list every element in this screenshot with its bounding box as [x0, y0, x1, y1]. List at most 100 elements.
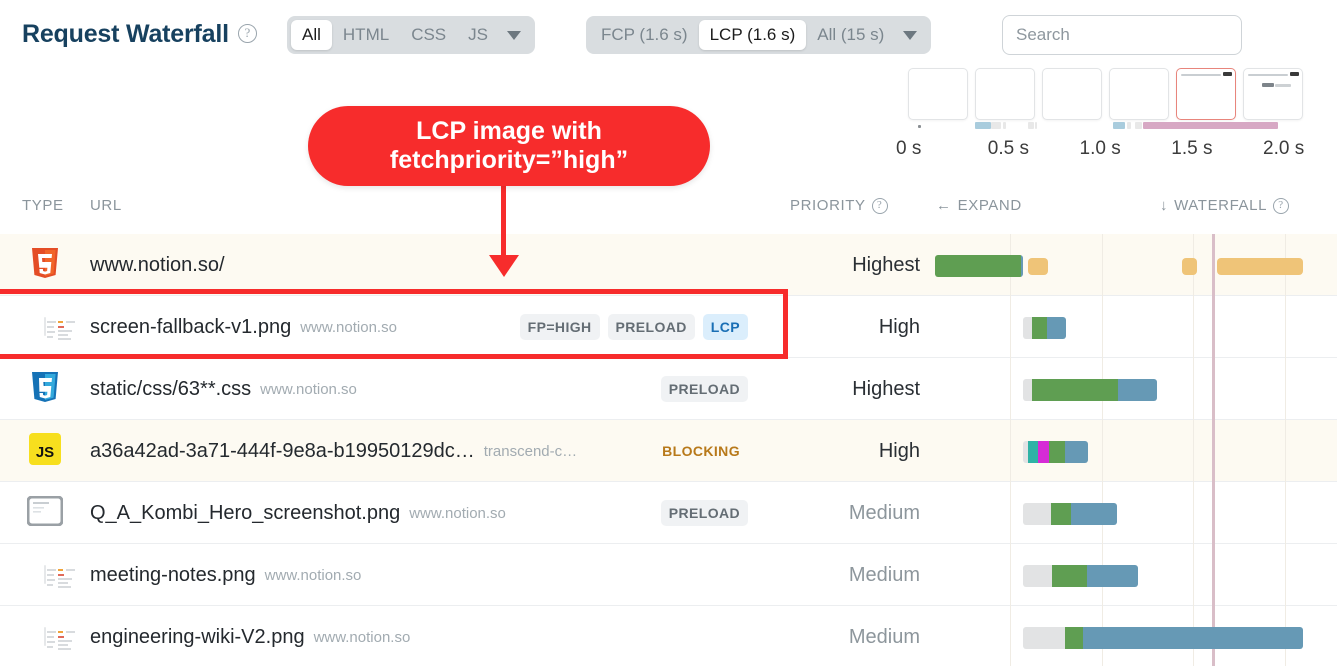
timeline-axis: 0 s 0.5 s 1.0 s 1.5 s 2.0 s [890, 138, 1337, 168]
column-header-type: TYPE [22, 197, 64, 214]
row-url-cell[interactable]: meeting-notes.png www.notion.so [90, 544, 361, 606]
waterfall-gridline [1193, 544, 1195, 606]
callout-line-2: fetchpriority=”high” [389, 146, 629, 174]
type-filter-all[interactable]: All [291, 20, 332, 50]
row-waterfall [908, 358, 1337, 420]
table-row[interactable]: www.notion.so/Highest [0, 234, 1337, 296]
row-waterfall [908, 420, 1337, 482]
waterfall-segment-wait [1022, 627, 1065, 649]
waterfall-bar[interactable] [934, 255, 1024, 277]
waterfall-gridline [1009, 606, 1011, 666]
waterfall-gridline [1193, 358, 1195, 420]
lcp-callout: LCP image with fetchpriority=”high” [308, 106, 710, 186]
lcp-marker-line [1211, 544, 1215, 606]
waterfall-gridline [1101, 234, 1103, 296]
row-url-host: www.notion.so [313, 628, 411, 646]
search-input[interactable] [1016, 25, 1228, 45]
js-icon: JS [29, 432, 61, 470]
waterfall-gridline [1009, 358, 1011, 420]
table-row[interactable]: engineering-wiki-V2.png www.notion.so Medi… [0, 606, 1337, 666]
waterfall-segment-request [1051, 503, 1072, 525]
row-url-text: Q_A_Kombi_Hero_screenshot.png [90, 501, 401, 524]
row-badges: BLOCKING [654, 420, 748, 482]
waterfall-segment-request [1031, 317, 1048, 339]
waterfall-bar[interactable] [1022, 627, 1304, 649]
filmstrip-frame[interactable] [1243, 68, 1303, 120]
lcp-marker-line [1211, 358, 1215, 420]
expand-button[interactable]: ← EXPAND [936, 197, 1022, 214]
type-filter-js[interactable]: JS [457, 20, 499, 50]
row-url-cell[interactable]: static/css/63**.css www.notion.so [90, 358, 357, 420]
table-row[interactable]: screen-fallback-v1.png www.notion.so FP=HI… [0, 296, 1337, 358]
column-header-priority[interactable]: PRIORITY ? [790, 197, 888, 214]
waterfall-gridline [1193, 296, 1195, 358]
type-filter-css[interactable]: CSS [400, 20, 457, 50]
waterfall-bar[interactable] [1022, 565, 1139, 587]
waterfall-segment-dns [1028, 441, 1039, 463]
metric-filter-fcp[interactable]: FCP (1.6 s) [590, 20, 699, 50]
waterfall-segment-request [1049, 441, 1065, 463]
waterfall-gridline [1285, 482, 1286, 544]
metric-filter-group[interactable]: FCP (1.6 s) LCP (1.6 s) All (15 s) [586, 16, 932, 54]
filmstrip-frame[interactable] [908, 68, 968, 120]
waterfall-bar[interactable] [1022, 503, 1118, 525]
table-row[interactable]: Q_A_Kombi_Hero_screenshot.png www.notion.… [0, 482, 1337, 544]
cpu-activity-block [1217, 258, 1304, 275]
waterfall-segment-wait [1022, 503, 1052, 525]
filmstrip-frame[interactable] [1176, 68, 1236, 120]
waterfall-gridline [1009, 420, 1011, 482]
waterfall-segment-wait [1022, 565, 1052, 587]
metric-filter-lcp[interactable]: LCP (1.6 s) [698, 20, 807, 50]
row-url-host: transcend-c… [483, 442, 578, 460]
waterfall-gridline [1009, 296, 1011, 358]
request-waterfall-panel: Request Waterfall? All HTML CSS JS FCP (… [0, 0, 1337, 666]
expand-label: EXPAND [957, 197, 1022, 214]
row-badges: PRELOAD [660, 358, 748, 420]
filmstrip-frame[interactable] [975, 68, 1035, 120]
help-circle-icon[interactable]: ? [237, 23, 257, 43]
cpu-activity-block [1182, 258, 1197, 275]
network-segment [1142, 122, 1278, 129]
image-thumbnail-icon [44, 627, 75, 650]
waterfall-gridline [1009, 544, 1011, 606]
help-circle-icon[interactable]: ? [1273, 197, 1290, 214]
filmstrip[interactable] [908, 68, 1337, 124]
row-url-cell[interactable]: a36a42ad-3a71-444f-9e8a-b19950129dc… tran… [90, 420, 577, 482]
filmstrip-frame[interactable] [1042, 68, 1102, 120]
image-thumbnail-icon [44, 565, 75, 588]
waterfall-segment-download [1071, 503, 1118, 525]
axis-tick-label: 0 s [896, 138, 922, 159]
row-url-cell[interactable]: Q_A_Kombi_Hero_screenshot.png www.notion.… [90, 482, 506, 544]
metric-filter-all[interactable]: All (15 s) [806, 20, 895, 50]
axis-tick-label: 1.0 s [1079, 138, 1121, 159]
waterfall-gridline [1101, 296, 1103, 358]
help-circle-icon[interactable]: ? [871, 197, 888, 214]
waterfall-bar[interactable] [1022, 379, 1157, 401]
chevron-down-icon[interactable] [903, 30, 918, 40]
chevron-down-icon[interactable] [507, 30, 521, 40]
table-row[interactable]: meeting-notes.png www.notion.so Medium [0, 544, 1337, 606]
type-filter-html[interactable]: HTML [332, 20, 400, 50]
html5-icon [30, 246, 60, 285]
row-url-text: screen-fallback-v1.png [90, 315, 292, 338]
row-url-cell[interactable]: www.notion.so/ [90, 234, 225, 296]
row-priority: Medium [848, 625, 920, 648]
search-box[interactable] [1002, 15, 1242, 55]
page-title: Request Waterfall? [22, 20, 257, 49]
type-filter-group[interactable]: All HTML CSS JS [287, 16, 535, 54]
table-row[interactable]: JS a36a42ad-3a71-444f-9e8a-b19950129dc… tr… [0, 420, 1337, 482]
waterfall-bar[interactable] [1022, 317, 1066, 339]
row-url-cell[interactable]: engineering-wiki-V2.png www.notion.so [90, 606, 410, 666]
status-badge: LCP [702, 314, 748, 340]
toolbar: Request Waterfall? All HTML CSS JS FCP (… [0, 0, 1337, 70]
row-priority: Highest [852, 253, 920, 276]
request-table: www.notion.so/Highest screen-fallback-v1.… [0, 234, 1337, 666]
row-url-cell[interactable]: screen-fallback-v1.png www.notion.so [90, 296, 397, 358]
row-badges: FP=HIGH PRELOAD LCP [519, 296, 748, 358]
column-header-waterfall[interactable]: ↓ WATERFALL ? [1160, 197, 1290, 214]
waterfall-bar[interactable] [1022, 441, 1088, 463]
page-title-text: Request Waterfall [22, 20, 229, 48]
filmstrip-frame[interactable] [1109, 68, 1169, 120]
table-row[interactable]: static/css/63**.css www.notion.so PRELOAD H… [0, 358, 1337, 420]
arrow-left-icon: ← [936, 197, 952, 214]
